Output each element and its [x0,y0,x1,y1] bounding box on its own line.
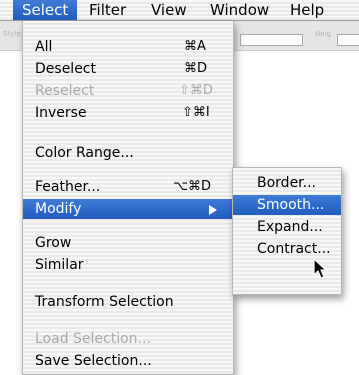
menu-item-transform-selection[interactable]: Transform Selection [23,292,233,312]
height-field[interactable] [337,34,359,46]
menu-item-deselect[interactable]: Deselect ⌘D [23,59,233,79]
shortcut-label: ⇧⌘D [179,83,213,98]
height-label: Heig [315,30,331,38]
menu-item-load-selection: Load Selection... [23,329,233,349]
menu-item-expand[interactable]: Expand... [233,217,341,237]
menubar-select[interactable]: Select [13,0,78,20]
menu-item-smooth[interactable]: Smooth... [233,195,341,215]
menu-bar: Select Filter View Window Help [0,0,359,21]
menu-separator [23,131,233,132]
shortcut-label: ⌘D [184,61,208,76]
shortcut-label: ⇧⌘I [182,105,210,120]
menu-item-label: Color Range... [35,145,134,161]
menu-item-label: Similar [35,257,84,273]
menu-item-label: Contract... [257,241,331,257]
menubar-view[interactable]: View [151,0,187,20]
mouse-pointer-icon [313,258,327,279]
menu-item-similar[interactable]: Similar [23,255,233,275]
menu-item-label: Reselect [35,83,95,99]
menu-separator [23,227,233,228]
menu-item-all[interactable]: All ⌘A [23,37,233,57]
menu-item-label: Expand... [257,219,323,235]
shortcut-label: ⌥⌘D [173,179,211,194]
menu-item-label: Border... [257,175,317,191]
menu-item-label: Feather... [35,179,101,195]
select-menu: All ⌘A Deselect ⌘D Reselect ⇧⌘D Inverse … [22,21,234,375]
menu-item-feather[interactable]: Feather... ⌥⌘D [23,177,233,197]
menu-item-grow[interactable]: Grow [23,233,233,253]
menu-item-label: Save Selection... [35,353,152,369]
shortcut-label: ⌘A [184,39,206,54]
menubar-help[interactable]: Help [290,0,324,20]
menubar-filter[interactable]: Filter [89,0,126,20]
menu-item-label: Deselect [35,61,96,77]
menu-item-modify[interactable]: Modify [23,199,233,219]
triangle-right-icon [209,205,217,215]
menu-item-label: Transform Selection [35,294,174,310]
menu-item-contract[interactable]: Contract... [233,239,341,259]
menu-item-border[interactable]: Border... [233,173,341,193]
menu-item-label: Smooth... [257,197,325,213]
menu-item-label: Grow [35,235,72,251]
menu-item-save-selection[interactable]: Save Selection... [23,351,233,371]
menubar-window[interactable]: Window [210,0,269,20]
menu-separator [23,171,233,172]
menu-item-label: Modify [35,201,82,217]
menu-item-label: All [35,39,53,55]
menu-item-reselect: Reselect ⇧⌘D [23,81,233,101]
menu-item-color-range[interactable]: Color Range... [23,143,233,163]
menu-separator [23,320,233,321]
menu-item-inverse[interactable]: Inverse ⇧⌘I [23,103,233,123]
menu-separator [23,283,233,284]
menu-item-label: Load Selection... [35,331,151,347]
width-field[interactable] [240,34,303,46]
menu-item-label: Inverse [35,105,87,121]
